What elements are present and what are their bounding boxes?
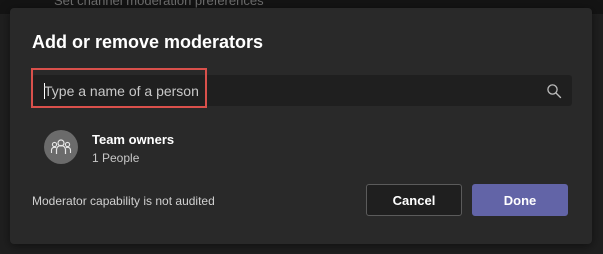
result-subtitle: 1 People xyxy=(92,151,140,165)
search-highlight-annotation xyxy=(31,68,207,108)
done-button[interactable]: Done xyxy=(472,184,568,216)
result-name: Team owners xyxy=(92,132,175,147)
background-text: Set channel moderation preferences xyxy=(54,0,264,8)
team-avatar xyxy=(44,130,78,164)
team-icon xyxy=(50,139,72,154)
search-icon[interactable] xyxy=(546,83,562,99)
cancel-button[interactable]: Cancel xyxy=(366,184,462,216)
dialog-title: Add or remove moderators xyxy=(32,32,264,52)
moderators-dialog: Add or remove moderators Team owners 1 P… xyxy=(10,8,592,244)
audit-footnote: Moderator capability is not audited xyxy=(32,194,215,208)
